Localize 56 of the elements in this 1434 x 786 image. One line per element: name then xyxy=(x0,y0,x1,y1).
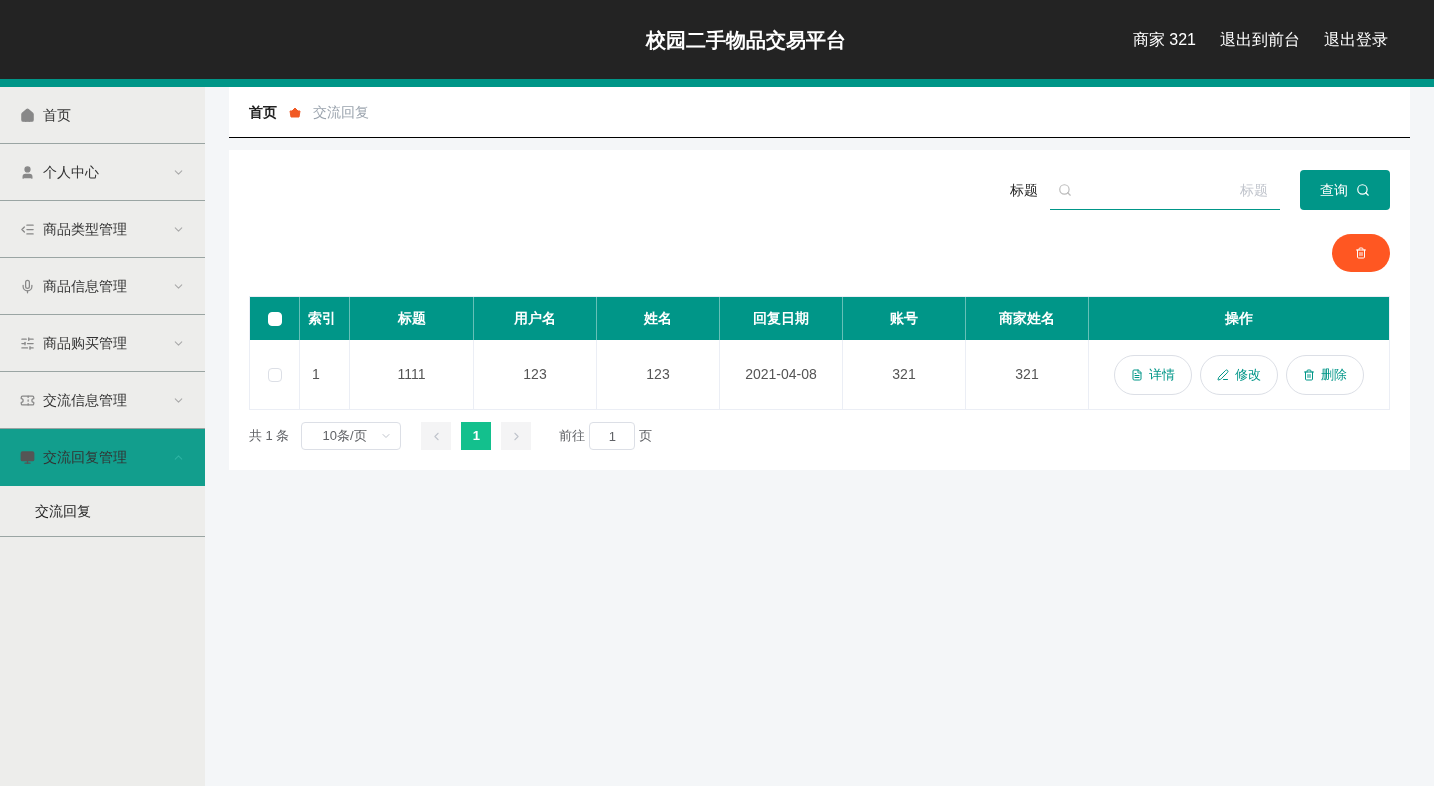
column-header: 回复日期 xyxy=(753,309,809,328)
sidebar-item[interactable]: 商品类型管理 xyxy=(0,201,205,258)
page-suffix: 页 xyxy=(639,427,653,446)
edit-button[interactable]: 修改 xyxy=(1200,354,1278,395)
details-button[interactable]: 详情 xyxy=(1114,354,1192,395)
table-cell-text: 1 xyxy=(312,365,320,384)
pen-icon xyxy=(1217,368,1229,381)
app-title: 校园二手物品交易平台 xyxy=(644,26,847,54)
trash-icon xyxy=(1355,247,1367,259)
ticket-icon xyxy=(20,392,35,408)
page-input[interactable]: 1 xyxy=(589,422,636,450)
previous-page-button[interactable] xyxy=(421,422,452,450)
search-icon xyxy=(1058,183,1072,197)
page-size-select[interactable]: 10条/页 xyxy=(301,422,402,450)
goto-label: 前往 xyxy=(559,427,586,446)
sidebar-item[interactable]: 个人中心 xyxy=(0,144,205,201)
basket-icon xyxy=(289,106,301,118)
next-page-button[interactable] xyxy=(501,422,532,450)
document-icon xyxy=(1131,368,1143,381)
column-header: 姓名 xyxy=(644,309,672,328)
breadcrumb-item[interactable]: 首页 xyxy=(249,101,277,123)
header-link[interactable]: 退出到前台 xyxy=(1220,27,1300,52)
header-link[interactable]: 退出登录 xyxy=(1324,27,1388,52)
table-cell-text: 123 xyxy=(646,365,670,384)
delete-button[interactable] xyxy=(1332,234,1390,272)
column-header: 商家姓名 xyxy=(999,309,1055,328)
user-name: 商家 321 xyxy=(1132,29,1196,50)
trash-icon xyxy=(1303,368,1315,381)
table-cell-text: 1111 xyxy=(397,365,426,384)
user-icon xyxy=(20,164,35,180)
submenu-item[interactable]: 交流回复 xyxy=(0,486,205,537)
search-label: 标题 xyxy=(1010,180,1038,200)
table-cell-text: 123 xyxy=(523,365,547,384)
column-header: 标题 xyxy=(397,309,426,328)
sidebar-item[interactable]: 交流回复管理 xyxy=(0,429,205,486)
sliders-icon xyxy=(20,335,35,351)
table-cell-text: 321 xyxy=(892,365,916,384)
search-field[interactable]: 标题 xyxy=(1050,170,1280,210)
table-cell-text: 321 xyxy=(1015,365,1039,384)
column-header: 账号 xyxy=(890,309,918,328)
column-header: 操作 xyxy=(1225,309,1253,328)
sidebar-item[interactable]: 商品信息管理 xyxy=(0,258,205,315)
search-icon xyxy=(1356,183,1370,197)
column-header: 索引 xyxy=(308,309,336,328)
column-header: 用户名 xyxy=(514,309,556,328)
table-cell-text: 2021-04-08 xyxy=(745,365,817,384)
search-button[interactable]: 查询 xyxy=(1300,170,1390,210)
list-icon xyxy=(20,221,35,237)
sidebar-item[interactable]: 商品购买管理 xyxy=(0,315,205,372)
home-icon xyxy=(20,107,35,123)
monitor-icon xyxy=(20,449,35,465)
total-count: 共 1 条 xyxy=(249,427,290,446)
sidebar-item[interactable]: 首页 xyxy=(0,87,205,144)
checkbox[interactable] xyxy=(267,367,282,382)
microphone-icon xyxy=(20,278,35,294)
delete-button[interactable]: 删除 xyxy=(1286,354,1364,395)
